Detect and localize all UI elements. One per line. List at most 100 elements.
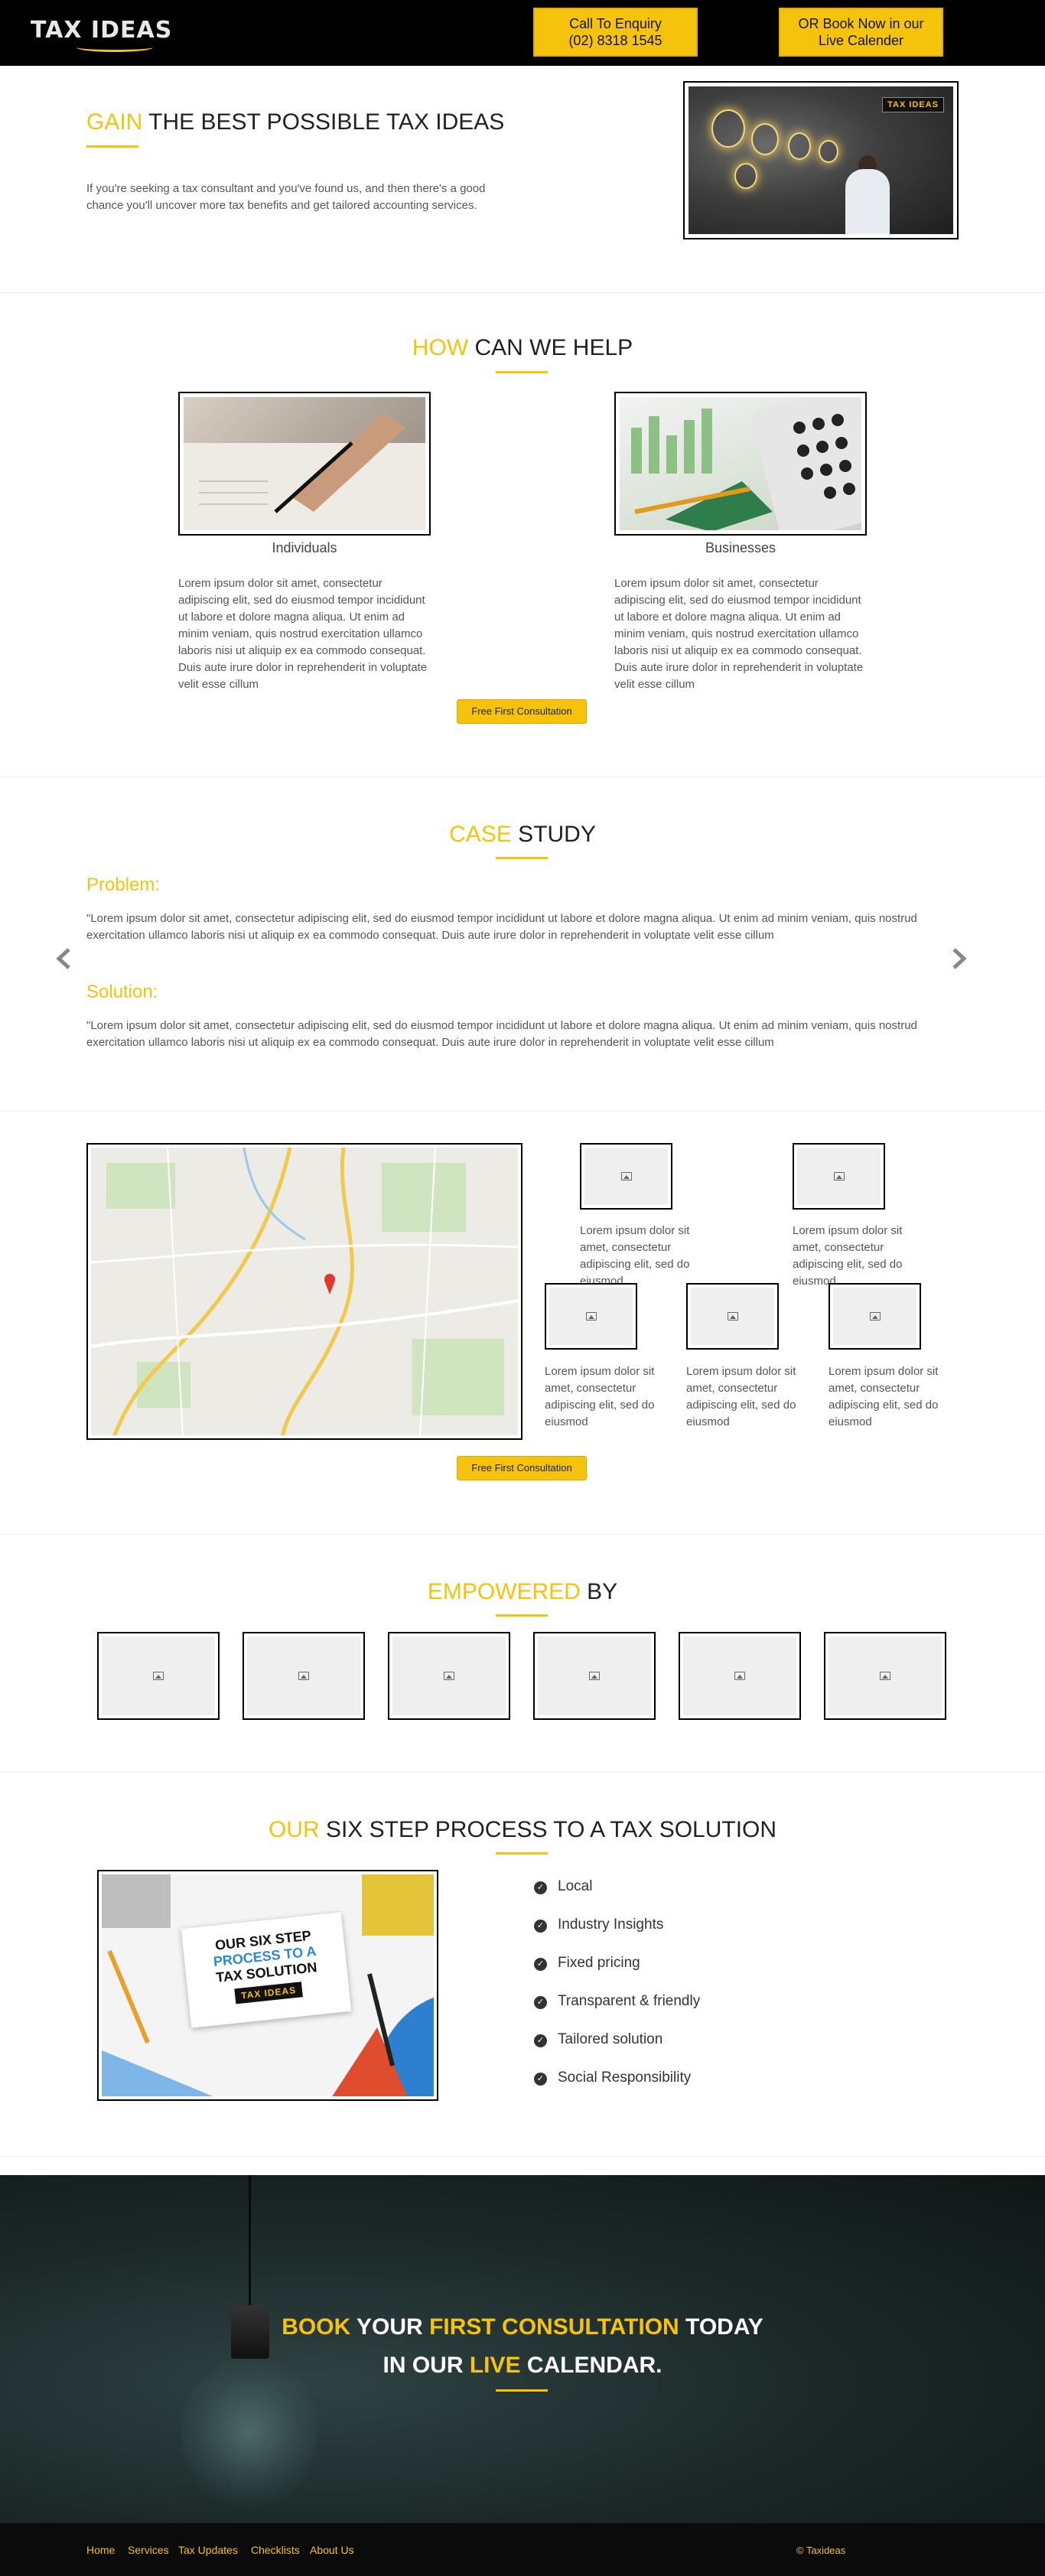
image-placeholder-icon (880, 1672, 890, 1680)
empowered-title: EMPOWERED BY (0, 1579, 1045, 1605)
lamp-cord (249, 2175, 251, 2313)
step-label: Local (558, 1878, 593, 1894)
hero-image-frame: TAX IDEAS (683, 81, 959, 239)
hero-title: GAIN THE BEST POSSIBLE TAX IDEAS (86, 109, 504, 135)
partner-logo[interactable] (97, 1632, 220, 1720)
case-study-underline (496, 857, 548, 859)
individuals-text: Lorem ipsum dolor sit amet, consectetur … (178, 577, 428, 690)
hero-title-accent: GAIN (86, 109, 143, 135)
writing-hand-illustration (184, 412, 425, 530)
image-placeholder-icon (833, 1172, 845, 1181)
cta-line2: IN OUR LIVE CALENDAR. (0, 2353, 1045, 2379)
cta-underline (496, 2389, 548, 2392)
site-logo[interactable]: TAX IDEAS (31, 17, 173, 54)
solution-text: "Lorem ipsum dolor sit amet, consectetur… (86, 1019, 917, 1049)
image-placeholder-icon (589, 1672, 600, 1680)
empowered-title-accent: EMPOWERED (427, 1579, 581, 1604)
cta-word-today: TODAY (679, 2314, 763, 2340)
solution-heading: Solution: (86, 982, 158, 1002)
feature-text: Lorem ipsum dolor sit amet, consectetur … (580, 1224, 690, 1288)
footer-link-about-us[interactable]: About Us (310, 2544, 354, 2556)
logo-text: TAX IDEAS (31, 17, 173, 44)
businesses-text: Lorem ipsum dolor sit amet, consectetur … (614, 577, 864, 690)
feature-text: Lorem ipsum dolor sit amet, consectetur … (829, 1365, 939, 1428)
six-step-title-rest: SIX STEP PROCESS TO A TAX SOLUTION (319, 1817, 777, 1842)
cta-word-book: BOOK (282, 2314, 351, 2340)
businesses-image-frame (614, 392, 867, 536)
site-header: TAX IDEAS Call To Enquiry (02) 8318 1545… (0, 0, 1045, 66)
partner-logo[interactable] (388, 1632, 510, 1720)
step-label: Fixed pricing (558, 1955, 640, 1971)
call-button-phone: (02) 8318 1545 (568, 33, 662, 48)
cta-word-in-our: IN OUR (383, 2353, 470, 2378)
copyright-text: © Taxideas (796, 2545, 846, 2556)
lightbulb-icon (181, 2356, 318, 2509)
call-enquiry-button[interactable]: Call To Enquiry (02) 8318 1545 (533, 8, 698, 57)
step-label: Industry Insights (558, 1917, 664, 1933)
footer-link-tax-updates[interactable]: Tax Updates (178, 2544, 238, 2556)
feature-thumbnail (580, 1143, 672, 1210)
empowered-underline (496, 1614, 548, 1617)
check-circle-icon: ✓ (534, 1920, 547, 1933)
feature-thumbnail (686, 1283, 779, 1350)
help-title-rest: CAN WE HELP (468, 335, 633, 360)
case-study-title: CASE STUDY (0, 822, 1045, 848)
image-placeholder-icon (585, 1312, 597, 1321)
feature-text: Lorem ipsum dolor sit amet, consectetur … (686, 1365, 796, 1428)
six-step-title-accent: OUR (268, 1817, 320, 1842)
problem-heading: Problem: (86, 874, 161, 895)
partner-logo[interactable] (679, 1632, 801, 1720)
chevron-right-icon[interactable] (951, 945, 968, 977)
step-label: Tailored solution (558, 2031, 663, 2047)
individuals-image (184, 397, 425, 530)
image-placeholder-icon (734, 1672, 745, 1680)
image-placeholder-icon (727, 1312, 738, 1321)
cta-word-calendar: CALENDAR. (520, 2353, 662, 2378)
section-divider (0, 1534, 1045, 1535)
image-placeholder-icon (444, 1672, 454, 1680)
cta-word-first-consultation: FIRST CONSULTATION (429, 2314, 679, 2340)
free-consultation-button[interactable]: Free First Consultation (457, 699, 587, 724)
empowered-title-rest: BY (580, 1579, 618, 1604)
check-circle-icon: ✓ (534, 2034, 547, 2047)
step-item: ✓ Industry Insights (534, 1917, 663, 1933)
free-consultation-button-2[interactable]: Free First Consultation (457, 1456, 587, 1480)
hero-image: TAX IDEAS (689, 86, 953, 234)
chevron-left-icon[interactable] (55, 945, 72, 977)
lightbulb-icon (751, 123, 779, 155)
image-placeholder-icon (298, 1672, 309, 1680)
feature-text: Lorem ipsum dolor sit amet, consectetur … (545, 1365, 655, 1428)
step-label: Social Responsibility (558, 2070, 692, 2086)
step-label: Transparent & friendly (558, 1993, 701, 2009)
footer-link-checklists[interactable]: Checklists (251, 2544, 300, 2556)
image-placeholder-icon (869, 1312, 881, 1321)
section-divider (0, 1772, 1045, 1773)
cta-line1: BOOK YOUR FIRST CONSULTATION TODAY (0, 2314, 1045, 2340)
check-circle-icon: ✓ (534, 1958, 547, 1971)
case-study-title-rest: STUDY (511, 822, 596, 847)
partner-logo[interactable] (824, 1632, 946, 1720)
six-step-underline (496, 1852, 548, 1855)
problem-text: "Lorem ipsum dolor sit amet, consectetur… (86, 912, 917, 942)
case-study-title-accent: CASE (449, 822, 512, 847)
hero-title-rest: THE BEST POSSIBLE TAX IDEAS (142, 109, 505, 135)
image-placeholder-icon (620, 1172, 632, 1181)
lightbulb-icon (734, 163, 757, 189)
partner-logo[interactable] (243, 1632, 365, 1720)
map-illustration (91, 1148, 518, 1435)
book-now-button[interactable]: OR Book Now in our Live Calender (779, 8, 943, 57)
book-button-label-2: Live Calender (818, 33, 904, 48)
check-circle-icon: ✓ (534, 2073, 547, 2086)
call-button-label: Call To Enquiry (569, 16, 662, 31)
lightbulb-icon (711, 109, 745, 148)
location-map[interactable] (91, 1148, 518, 1435)
hero-image-badge: TAX IDEAS (882, 97, 944, 112)
footer-link-services[interactable]: Services (128, 2544, 169, 2556)
feature-thumbnail (793, 1143, 885, 1210)
image-placeholder-icon (153, 1672, 164, 1680)
section-divider (0, 1111, 1045, 1112)
step-item: ✓ Social Responsibility (534, 2070, 691, 2086)
partner-logo[interactable] (533, 1632, 656, 1720)
help-title-underline (496, 371, 548, 373)
footer-link-home[interactable]: Home (86, 2544, 115, 2556)
